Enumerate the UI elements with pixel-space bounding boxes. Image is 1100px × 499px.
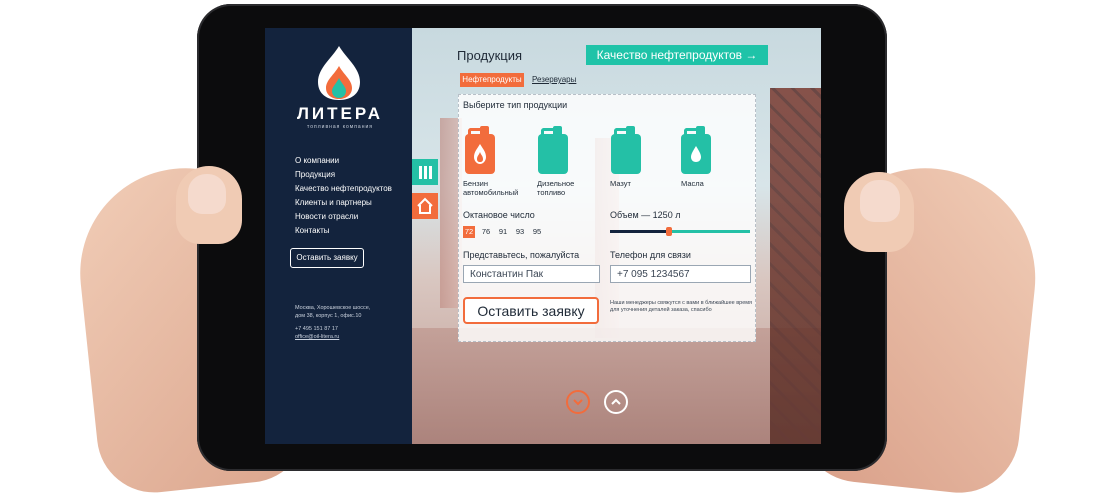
phone-label: Телефон для связи (610, 250, 691, 260)
form-note: Наши менеджеры свяжутся с вами в ближайш… (610, 300, 753, 313)
menu-toggle-button[interactable] (412, 159, 438, 185)
flame-logo-icon (318, 46, 360, 100)
scroll-down-button[interactable] (566, 390, 590, 414)
sidebar-request-button[interactable]: Оставить заявку (290, 248, 364, 268)
name-label: Представьтесь, пожалуйста (463, 250, 580, 260)
tower-image (770, 88, 821, 444)
address-line: дом 38, корпус 1, офис.10 (295, 313, 362, 319)
home-icon (417, 197, 433, 214)
octane-option[interactable]: 93 (514, 226, 526, 238)
octane-option[interactable]: 76 (480, 226, 492, 238)
logo-subtitle: топливная компания (307, 124, 373, 130)
nav-item-quality[interactable]: Качество нефтепродуктов (295, 182, 392, 196)
product-label-line: Бензин (463, 179, 489, 188)
phone-number: +7 495 151 87 17 (295, 326, 338, 332)
page-title: Продукция (457, 48, 523, 63)
tab-tanks[interactable]: Резервуары (532, 73, 576, 87)
octane-label: Октановое число (463, 210, 535, 220)
scroll-up-button[interactable] (604, 390, 628, 414)
volume-slider-fill (610, 230, 669, 233)
product-diesel[interactable] (538, 126, 568, 174)
product-gasoline[interactable] (465, 126, 495, 174)
product-label-line: автомобильный (463, 188, 519, 197)
product-label: Мазут (610, 179, 631, 188)
octane-option[interactable]: 91 (497, 226, 509, 238)
drop-icon (691, 146, 701, 162)
email-link[interactable]: office@oil-litera.ru (295, 333, 370, 341)
volume-slider-handle[interactable] (666, 227, 672, 236)
logo-title: ЛИТЕРА (297, 104, 383, 123)
product-type-heading: Выберите тип продукции (463, 100, 568, 110)
volume-label: Объем — 1250 л (610, 210, 681, 220)
right-thumbnail (860, 180, 900, 222)
name-input[interactable]: Константин Пак (463, 265, 600, 283)
product-oils[interactable] (681, 126, 711, 174)
phone-input[interactable]: +7 095 1234567 (610, 265, 751, 283)
product-fuel-oil[interactable] (611, 126, 641, 174)
nav-item-contacts[interactable]: Контакты (295, 224, 392, 238)
chevron-up-icon (611, 398, 621, 405)
submit-request-button[interactable]: Оставить заявку (463, 297, 599, 324)
chevron-down-icon (573, 399, 583, 406)
nav-item-products[interactable]: Продукция (295, 168, 392, 182)
left-thumbnail (188, 174, 226, 214)
tablet-screen: ЛИТЕРА топливная компания О компании Про… (265, 28, 821, 444)
contact-info: Москва, Хорошевское шоссе, дом 38, корпу… (295, 304, 370, 341)
product-label-line: топливо (537, 188, 566, 197)
sidebar-nav: О компании Продукция Качество нефтепроду… (295, 154, 392, 238)
product-label: Дизельное топливо (537, 179, 574, 197)
nav-item-news[interactable]: Новости отрасли (295, 210, 392, 224)
factory-image (412, 328, 821, 444)
sidebar: ЛИТЕРА топливная компания О компании Про… (265, 28, 412, 444)
product-label: Бензин автомобильный (463, 179, 518, 197)
octane-option[interactable]: 95 (531, 226, 543, 238)
product-label-line: Дизельное (537, 179, 575, 188)
home-button[interactable] (412, 193, 438, 219)
quality-link-button[interactable]: Качество нефтепродуктов → (586, 45, 768, 65)
nav-item-clients[interactable]: Клиенты и партнеры (295, 196, 392, 210)
octane-option[interactable]: 72 (463, 226, 475, 238)
product-label: Масла (681, 179, 704, 188)
flame-icon (474, 144, 486, 164)
nav-item-about[interactable]: О компании (295, 154, 392, 168)
tab-petroleum-products[interactable]: Нефтепродукты (460, 73, 524, 87)
address-line: Москва, Хорошевское шоссе, (295, 305, 371, 311)
